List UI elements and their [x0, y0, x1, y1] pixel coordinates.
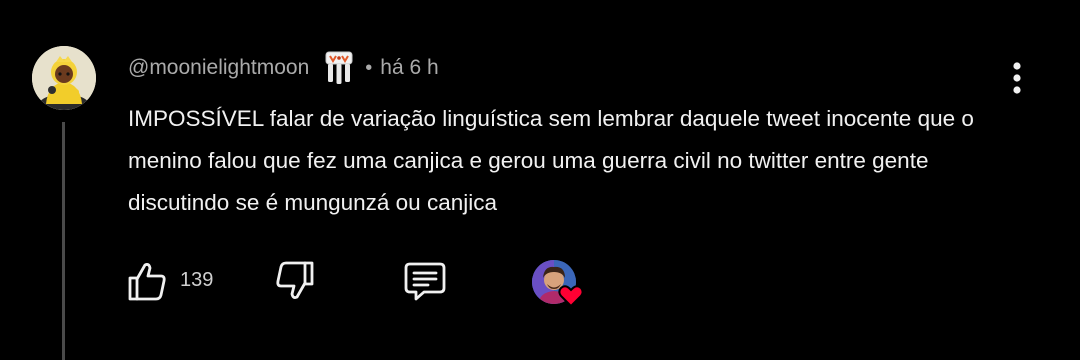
comment-thread: @moonielightmoon • há 6 h IMPOSSÍVEL fal…	[0, 0, 1080, 360]
more-vert-icon	[1013, 62, 1021, 94]
comment-timestamp[interactable]: há 6 h	[380, 56, 438, 80]
avatar-image	[32, 46, 96, 110]
author-name[interactable]: @moonielightmoon	[128, 56, 309, 80]
reply-button[interactable]	[402, 258, 448, 304]
creator-heart-icon	[558, 285, 584, 308]
reply-icon	[404, 262, 446, 301]
like-count: 139	[180, 269, 214, 291]
separator-dot: •	[365, 56, 373, 79]
user-avatar[interactable]	[32, 46, 96, 110]
like-button[interactable]	[124, 258, 170, 304]
dislike-button[interactable]	[272, 258, 318, 304]
thumbs-down-icon	[276, 261, 314, 299]
comment-header: @moonielightmoon • há 6 h	[128, 50, 439, 86]
comment-text: IMPOSSÍVEL falar de variação linguística…	[128, 106, 974, 215]
thread-line	[62, 122, 65, 360]
creator-heart[interactable]	[532, 258, 586, 308]
membership-badge-icon	[323, 50, 355, 86]
thumbs-up-icon	[128, 263, 166, 301]
more-actions-button[interactable]	[1000, 58, 1034, 98]
